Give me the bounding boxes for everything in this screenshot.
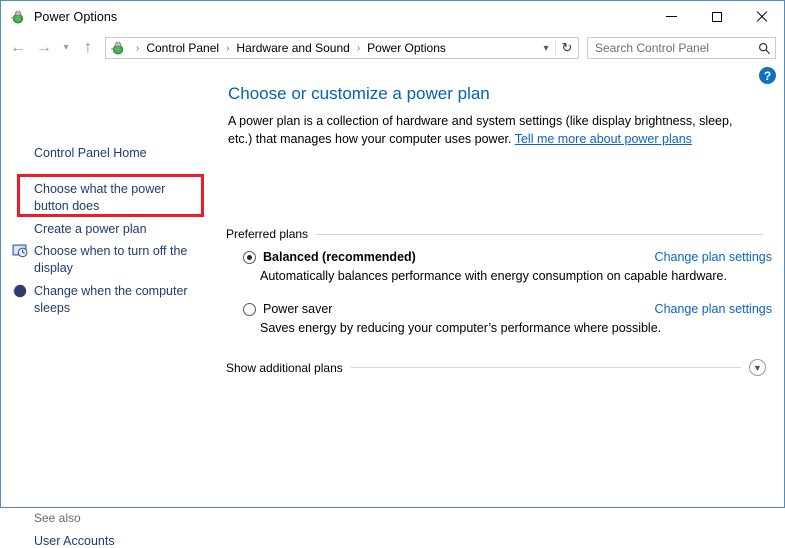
plan-balanced-row: Balanced (recommended) Change plan setti…	[226, 248, 772, 266]
content-area: ? Control Panel Home Choose what the pow…	[1, 64, 784, 548]
plan-power-saver-description: Saves energy by reducing your computer’s…	[260, 321, 662, 335]
plan-balanced: Balanced (recommended) Change plan setti…	[226, 248, 772, 283]
address-chevron-down-icon[interactable]: ▾	[537, 43, 555, 54]
plan-power-saver-label: Power saver	[263, 302, 333, 316]
refresh-icon[interactable]: ↻	[555, 40, 578, 56]
recent-locations-chevron-down-icon[interactable]: ▾	[57, 35, 75, 61]
address-power-plug-battery-icon	[110, 40, 126, 56]
back-arrow-icon[interactable]: ←	[5, 35, 31, 61]
see-also-label: See also	[34, 511, 81, 525]
breadcrumb-item-control-panel[interactable]: Control Panel	[145, 41, 220, 55]
moon-sleep-icon	[12, 283, 28, 299]
show-additional-plans-label[interactable]: Show additional plans	[226, 361, 351, 375]
sidebar-item-create-a-power-plan[interactable]: Create a power plan	[34, 221, 147, 238]
breadcrumb-item-hardware-and-sound[interactable]: Hardware and Sound	[235, 41, 350, 55]
breadcrumb-item-power-options[interactable]: Power Options	[366, 41, 447, 55]
page-title: Choose or customize a power plan	[228, 84, 490, 103]
preferred-plans-label: Preferred plans	[226, 227, 309, 241]
minimize-icon	[666, 16, 677, 17]
plan-balanced-description: Automatically balances performance with …	[260, 269, 727, 283]
show-additional-plans[interactable]: Show additional plans ▼	[226, 359, 766, 376]
breadcrumb-separator-1: ›	[226, 42, 230, 54]
plan-power-saver: Power saver Change plan settings Saves e…	[226, 300, 772, 335]
close-icon	[756, 11, 768, 23]
search-placeholder: Search Control Panel	[595, 41, 710, 55]
minimize-button[interactable]	[649, 1, 694, 32]
sidebar-item-choose-what-the-power-button-does[interactable]: Choose what the power button does	[34, 181, 194, 215]
navigation-bar: ← → ▾ ↑ › Control Panel › Hardware and S…	[1, 32, 784, 64]
search-icon[interactable]	[753, 42, 775, 55]
power-options-window: Power Options ← → ▾ ↑ › Control Panel › …	[0, 0, 785, 548]
sidebar-item-choose-when-to-turn-off-the-display[interactable]: Choose when to turn off the display	[34, 243, 194, 277]
plan-power-saver-row: Power saver Change plan settings	[226, 300, 772, 318]
preferred-plans-divider	[316, 233, 763, 235]
preferred-plans-header: Preferred plans	[226, 227, 763, 241]
close-button[interactable]	[739, 1, 784, 32]
sidebar-item-change-when-the-computer-sleeps[interactable]: Change when the computer sleeps	[34, 283, 194, 317]
breadcrumb: › Control Panel › Hardware and Sound › P…	[130, 41, 537, 55]
plan-power-saver-change-settings-link[interactable]: Change plan settings	[655, 302, 772, 316]
tell-me-more-link[interactable]: Tell me more about power plans	[515, 132, 692, 146]
maximize-icon	[711, 11, 722, 22]
breadcrumb-separator-2: ›	[356, 42, 361, 54]
main-panel: Choose or customize a power plan A power…	[223, 64, 784, 507]
window-controls	[649, 1, 784, 32]
window-title: Power Options	[34, 9, 118, 24]
page-description: A power plan is a collection of hardware…	[228, 112, 758, 148]
show-additional-plans-divider	[350, 367, 741, 368]
forward-arrow-icon[interactable]: →	[31, 35, 57, 61]
plan-balanced-label: Balanced (recommended)	[263, 250, 416, 264]
plan-balanced-radio[interactable]	[243, 250, 256, 264]
plan-balanced-change-settings-link[interactable]: Change plan settings	[655, 250, 772, 264]
address-bar[interactable]: › Control Panel › Hardware and Sound › P…	[105, 37, 579, 59]
title-bar: Power Options	[1, 1, 784, 32]
breadcrumb-separator-0: ›	[136, 42, 140, 54]
maximize-button[interactable]	[694, 1, 739, 32]
up-arrow-icon[interactable]: ↑	[75, 35, 101, 61]
sidebar-item-control-panel-home[interactable]: Control Panel Home	[34, 145, 147, 162]
sidebar: Control Panel Home Choose what the power…	[1, 64, 223, 548]
search-input[interactable]: Search Control Panel	[587, 37, 776, 59]
sidebar-item-user-accounts[interactable]: User Accounts	[34, 534, 115, 548]
power-plug-battery-icon	[10, 9, 26, 25]
plan-power-saver-radio[interactable]	[243, 302, 256, 316]
monitor-clock-icon	[12, 243, 28, 259]
chevron-down-icon[interactable]: ▼	[749, 359, 766, 376]
